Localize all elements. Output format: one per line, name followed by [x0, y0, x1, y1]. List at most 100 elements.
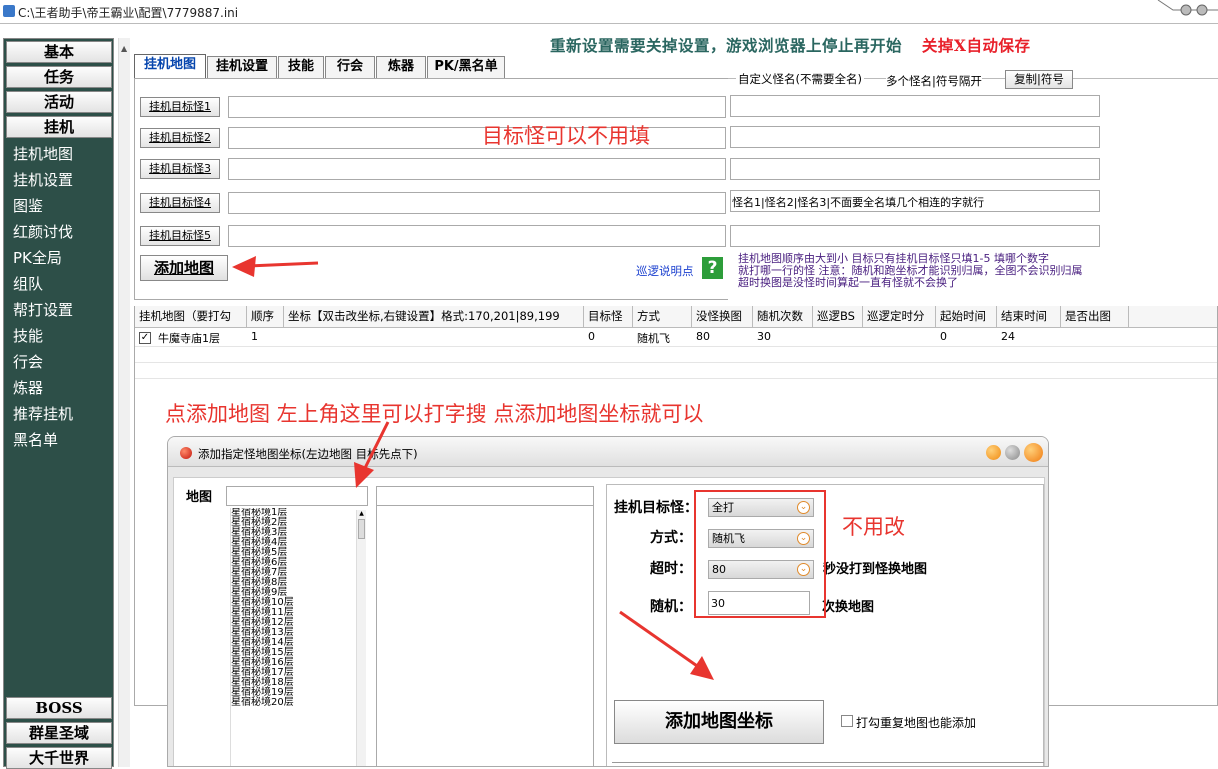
tab-skills[interactable]: 技能 [278, 56, 324, 78]
random-label: 随机： [650, 599, 692, 615]
target-monster-button-5[interactable]: 挂机目标怪5 [140, 226, 220, 246]
add-coord-button[interactable]: 添加地图坐标 [614, 700, 824, 744]
custom-name-input-1[interactable] [730, 95, 1100, 117]
cell-start[interactable]: 0 [936, 330, 997, 347]
target-monster-button-1[interactable]: 挂机目标怪1 [140, 97, 220, 117]
table-row-line [135, 362, 1217, 363]
target-label: 挂机目标怪： [614, 500, 698, 516]
repeat-map-label: 打勾重复地图也能添加 [856, 716, 977, 730]
minimize-icon[interactable] [986, 445, 1001, 460]
tab-afk-map[interactable]: 挂机地图 [134, 54, 206, 78]
timeout-label: 超时： [650, 561, 692, 577]
dialog-titlebar: 添加指定怪地图坐标(左边地图 目标先点下) [168, 437, 1048, 467]
main-scrollbar[interactable]: ▲ [118, 38, 130, 767]
col-header-empty [1129, 306, 1217, 328]
scroll-up-icon[interactable]: ▲ [121, 44, 127, 53]
window-titlebar: C:\王者助手\帝王霸业\配置\7779887.ini [0, 0, 1218, 24]
target-monster-input-3[interactable] [228, 158, 726, 180]
tab-afk-settings[interactable]: 挂机设置 [207, 56, 277, 78]
col-header-exit[interactable]: 是否出图 [1061, 306, 1129, 328]
col-header-timeout[interactable]: 没怪换图 [692, 306, 753, 328]
cell-timeout[interactable]: 80 [692, 330, 753, 347]
target-monster-input-5[interactable] [228, 225, 726, 247]
col-header-target[interactable]: 目标怪 [584, 306, 633, 328]
sidebar-button-task[interactable]: 任务 [6, 66, 112, 88]
add-map-button[interactable]: 添加地图 [140, 255, 228, 281]
col-header-end[interactable]: 结束时间 [997, 306, 1061, 328]
scroll-up-icon[interactable]: ▲ [357, 510, 366, 517]
list-item[interactable]: 星宿秘境20层 [231, 698, 366, 708]
dialog-app-icon [180, 447, 192, 459]
custom-names-legend: 自定义怪名(不需要全名) [736, 71, 864, 87]
custom-name-input-5[interactable] [730, 225, 1100, 247]
cell-order[interactable]: 1 [247, 330, 284, 347]
target-monster-input-2[interactable] [228, 127, 726, 149]
titlebar-decoration [1157, 0, 1218, 16]
target-monster-button-3[interactable]: 挂机目标怪3 [140, 159, 220, 179]
col-header-map[interactable]: 挂机地图（要打勾 [135, 306, 247, 328]
col-header-patrol-timer[interactable]: 巡逻定时分 [863, 306, 936, 328]
col-header-coord[interactable]: 坐标【双击改坐标,右键设置】格式:170,201|89,199 [284, 306, 584, 328]
row-checkbox[interactable]: ✓ [139, 332, 151, 344]
map-filter-input[interactable] [376, 486, 594, 506]
help-icon[interactable]: ? [702, 257, 723, 279]
sidebar-item-afk-map[interactable]: 挂机地图 [13, 143, 73, 164]
sidebar-item-blacklist[interactable]: 黑名单 [13, 429, 58, 450]
patrol-help-link[interactable]: 巡逻说明点 [636, 263, 694, 279]
repeat-map-checkbox[interactable] [841, 715, 853, 727]
custom-name-input-4[interactable]: 怪名1|怪名2|怪名3|不面要全名填几个相连的字就行 [730, 190, 1100, 212]
sidebar-item-codex[interactable]: 图鉴 [13, 195, 43, 216]
tab-refine[interactable]: 炼器 [376, 56, 426, 78]
map-list[interactable]: 星宿秘境1层 星宿秘境2层 星宿秘境3层 星宿秘境4层 星宿秘境5层 星宿秘境6… [230, 508, 366, 766]
close-icon[interactable] [1024, 443, 1043, 462]
cell-random[interactable]: 30 [753, 330, 813, 347]
cell-mode[interactable]: 随机飞 [633, 330, 692, 347]
target-monster-button-2[interactable]: 挂机目标怪2 [140, 128, 220, 148]
help-text-line-3: 超时换图是没怪时间算起一直有怪就不会换了 [738, 276, 958, 289]
timeout-suffix: 秒没打到怪换地图 [823, 562, 928, 577]
sidebar-button-afk[interactable]: 挂机 [6, 116, 112, 138]
scroll-thumb[interactable] [358, 519, 365, 539]
app-icon [3, 5, 15, 17]
maximize-icon[interactable] [1005, 445, 1020, 460]
sidebar-item-pk-global[interactable]: PK全局 [13, 247, 62, 268]
tab-pk-blacklist[interactable]: PK/黑名单 [427, 56, 505, 78]
cell-end[interactable]: 24 [997, 330, 1061, 347]
tab-guild[interactable]: 行会 [325, 56, 375, 78]
sidebar-button-activity[interactable]: 活动 [6, 91, 112, 113]
annotation-add-map-hint: 点添加地图 左上角这里可以打字搜 点添加地图坐标就可以 [165, 402, 704, 426]
sidebar-item-team[interactable]: 组队 [13, 273, 43, 294]
sidebar-item-beauty-quest[interactable]: 红颜讨伐 [13, 221, 73, 242]
highlight-box [694, 490, 826, 618]
sidebar-button-basic[interactable]: 基本 [6, 41, 112, 63]
custom-name-input-3[interactable] [730, 158, 1100, 180]
sidebar-button-boss[interactable]: BOSS [6, 697, 112, 719]
sidebar-button-great-world[interactable]: 大千世界 [6, 747, 112, 769]
sidebar-item-guild[interactable]: 行会 [13, 351, 43, 372]
map-list-scrollbar[interactable]: ▲ [356, 510, 366, 766]
col-header-order[interactable]: 顺序 [247, 306, 284, 328]
col-header-mode[interactable]: 方式 [633, 306, 692, 328]
map-search-input[interactable] [226, 486, 368, 506]
cell-target[interactable]: 0 [584, 330, 633, 347]
col-header-random[interactable]: 随机次数 [753, 306, 813, 328]
sidebar-button-star-domain[interactable]: 群星圣域 [6, 722, 112, 744]
cell-map[interactable]: 牛魔寺庙1层 [154, 330, 246, 347]
copy-separator-button[interactable]: 复制|符号 [1005, 70, 1073, 89]
map-label: 地图 [186, 490, 213, 505]
random-suffix: 次换地图 [822, 600, 875, 615]
window-title: C:\王者助手\帝王霸业\配置\7779887.ini [18, 6, 239, 20]
sidebar-item-skills[interactable]: 技能 [13, 325, 43, 346]
target-monster-input-4[interactable] [228, 192, 726, 214]
target-monster-button-4[interactable]: 挂机目标怪4 [140, 193, 220, 213]
custom-names-note: 多个怪名|符号隔开 [886, 73, 982, 89]
sidebar-item-afk-settings[interactable]: 挂机设置 [13, 169, 73, 190]
col-header-patrol-bs[interactable]: 巡逻BS [813, 306, 863, 328]
sidebar-item-recommend[interactable]: 推荐挂机 [13, 403, 73, 424]
sidebar-item-help-fight[interactable]: 帮打设置 [13, 299, 73, 320]
custom-name-input-2[interactable] [730, 126, 1100, 148]
col-header-start[interactable]: 起始时间 [936, 306, 997, 328]
sidebar-item-refine[interactable]: 炼器 [13, 377, 43, 398]
target-monster-input-1[interactable] [228, 96, 726, 118]
secondary-list[interactable] [376, 506, 594, 766]
